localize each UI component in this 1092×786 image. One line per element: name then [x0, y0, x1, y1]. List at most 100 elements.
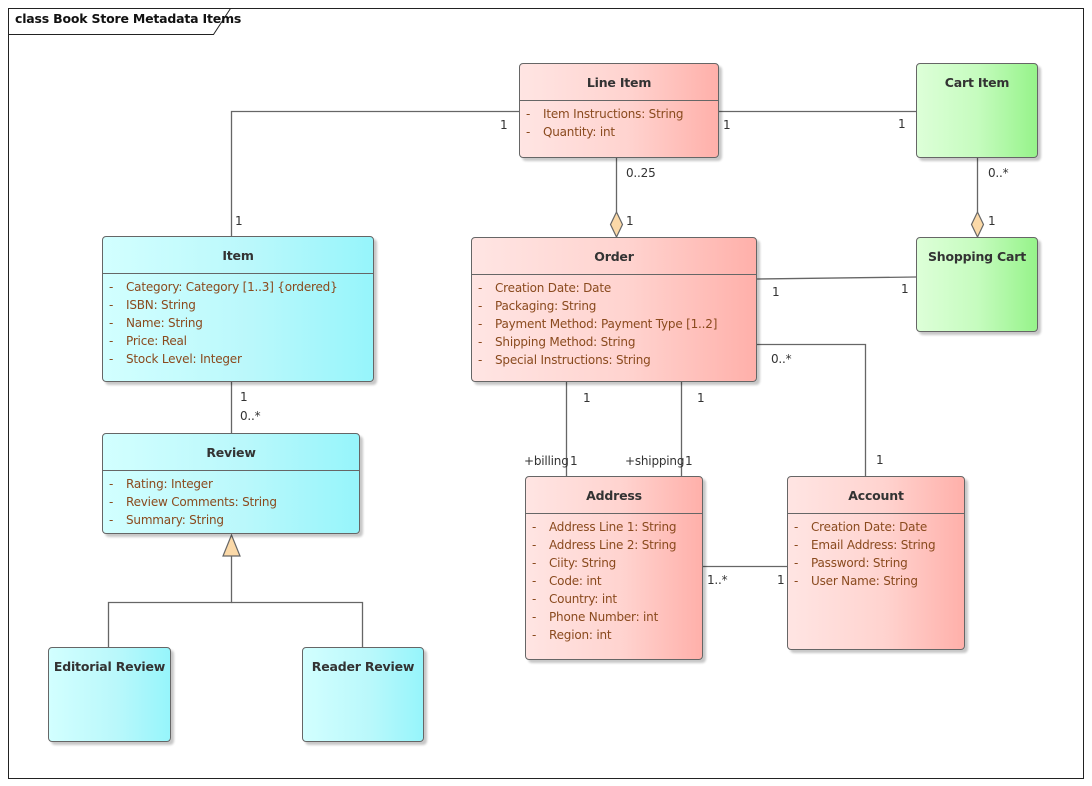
class-reader-review[interactable]: Reader Review [302, 647, 424, 742]
attribute-row[interactable]: - Item Instructions: String [520, 105, 718, 123]
attribute-text: Quantity: int [543, 125, 615, 139]
attribute-list: - Rating: Integer - Review Comments: String… [103, 471, 359, 529]
visibility-marker: - [526, 125, 531, 139]
attribute-row[interactable]: - Country: int [526, 590, 702, 608]
visibility-marker: - [109, 280, 114, 294]
attribute-text: Address Line 2: String [549, 538, 677, 552]
attribute-list: - Category: Category [1..3] {ordered} - ISB… [103, 274, 373, 368]
visibility-marker: - [478, 317, 483, 331]
attribute-text: Password: String [811, 556, 908, 570]
attribute-row[interactable]: - Creation Date: Date [472, 279, 756, 297]
class-item[interactable]: Item - Category: Category [1..3] {ordered… [102, 236, 374, 382]
attribute-text: Shipping Method: String [495, 335, 636, 349]
attribute-text: Price: Real [126, 334, 187, 348]
connector-generalization-editorial[interactable] [107, 556, 233, 648]
class-name: Item [103, 237, 373, 274]
attribute-row[interactable]: - Special Instructions: String [472, 351, 756, 369]
visibility-marker: - [532, 556, 537, 570]
attribute-text: Creation Date: Date [811, 520, 928, 534]
attribute-text: Code: int [549, 574, 602, 588]
attribute-text: Special Instructions: String [495, 353, 651, 367]
visibility-marker: - [109, 513, 114, 527]
visibility-marker: - [532, 592, 537, 606]
visibility-marker: - [532, 538, 537, 552]
attribute-row[interactable]: - Shipping Method: String [472, 333, 756, 351]
visibility-marker: - [109, 334, 114, 348]
visibility-marker: - [109, 298, 114, 312]
attribute-row[interactable]: - Address Line 1: String [526, 518, 702, 536]
attribute-text: Ciity: String [549, 556, 617, 570]
attribute-list: - Creation Date: Date - Packaging: String - P… [472, 275, 756, 369]
attribute-row[interactable]: - Region: int [526, 626, 702, 644]
multiplicity-label: 0..* [771, 352, 792, 366]
attribute-text: Creation Date: Date [495, 281, 612, 295]
class-shopping-cart[interactable]: Shopping Cart [916, 237, 1038, 332]
connector-item-lineitem[interactable] [230, 110, 520, 238]
class-name: Order [472, 238, 756, 275]
attribute-text: Packaging: String [495, 299, 597, 313]
attribute-row[interactable]: - Payment Method: Payment Type [1..2] [472, 315, 756, 333]
multiplicity-label: 1 [570, 454, 578, 468]
attribute-text: User Name: String [811, 574, 918, 588]
multiplicity-label: 1 [723, 118, 731, 132]
visibility-marker: - [532, 610, 537, 624]
multiplicity-label: 1 [898, 117, 906, 131]
class-address[interactable]: Address - Address Line 1: String - Address … [525, 476, 703, 660]
class-account[interactable]: Account - Creation Date: Date - Email Addre… [787, 476, 965, 650]
class-name: Line Item [520, 64, 718, 101]
class-line-item[interactable]: Line Item - Item Instructions: String - Qua… [519, 63, 719, 158]
multiplicity-label: 1 [901, 282, 909, 296]
attribute-row[interactable]: - Stock Level: Integer [103, 350, 373, 368]
attribute-text: Item Instructions: String [543, 107, 684, 121]
visibility-marker: - [532, 520, 537, 534]
multiplicity-label: 1 [772, 285, 780, 299]
multiplicity-label: 1 [500, 118, 508, 132]
attribute-text: Category: Category [1..3] {ordered} [126, 280, 338, 294]
visibility-marker: - [794, 556, 799, 570]
attribute-row[interactable]: - Email Address: String [788, 536, 964, 554]
attribute-list: - Creation Date: Date - Email Address: Stri… [788, 514, 964, 590]
class-order[interactable]: Order - Creation Date: Date - Packaging: St… [471, 237, 757, 382]
attribute-row[interactable]: - Creation Date: Date [788, 518, 964, 536]
attribute-row[interactable]: - Phone Number: int [526, 608, 702, 626]
attribute-row[interactable]: - Price: Real [103, 332, 373, 350]
attribute-row[interactable]: - Rating: Integer [103, 475, 359, 493]
visibility-marker: - [794, 538, 799, 552]
class-cart-item[interactable]: Cart Item [916, 63, 1038, 158]
attribute-row[interactable]: - Address Line 2: String [526, 536, 702, 554]
connector-generalization-reader[interactable] [231, 601, 364, 649]
attribute-row[interactable]: - Password: String [788, 554, 964, 572]
class-name: Reader Review [311, 659, 415, 674]
role-label: +billing [524, 454, 569, 468]
attribute-row[interactable]: - Packaging: String [472, 297, 756, 315]
class-name: Shopping Cart [927, 249, 1027, 264]
aggregation-diamond-icon [970, 210, 985, 239]
multiplicity-label: 1 [876, 453, 884, 467]
attribute-row[interactable]: - Ciity: String [526, 554, 702, 572]
class-name: Address [526, 477, 702, 514]
attribute-row[interactable]: - Summary: String [103, 511, 359, 529]
attribute-text: Stock Level: Integer [126, 352, 242, 366]
attribute-row[interactable]: - Code: int [526, 572, 702, 590]
multiplicity-label: 0..* [240, 409, 261, 423]
attribute-text: Payment Method: Payment Type [1..2] [495, 317, 718, 331]
visibility-marker: - [478, 299, 483, 313]
attribute-row[interactable]: - User Name: String [788, 572, 964, 590]
visibility-marker: - [109, 316, 114, 330]
attribute-row[interactable]: - Name: String [103, 314, 373, 332]
attribute-text: Phone Number: int [549, 610, 659, 624]
generalization-triangle-icon [222, 533, 241, 557]
multiplicity-label: 0..* [988, 166, 1009, 180]
class-review[interactable]: Review - Rating: Integer - Review Comments:… [102, 433, 360, 534]
attribute-text: Region: int [549, 628, 612, 642]
attribute-row[interactable]: - Quantity: int [520, 123, 718, 141]
attribute-row[interactable]: - Category: Category [1..3] {ordered} [103, 278, 373, 296]
attribute-row[interactable]: - ISBN: String [103, 296, 373, 314]
attribute-text: Name: String [126, 316, 203, 330]
visibility-marker: - [526, 107, 531, 121]
class-editorial-review[interactable]: Editorial Review [48, 647, 171, 742]
attribute-list: - Address Line 1: String - Address Line 2: … [526, 514, 702, 644]
connector-order-shoppingcart[interactable] [756, 276, 917, 280]
attribute-row[interactable]: - Review Comments: String [103, 493, 359, 511]
multiplicity-label: 1..* [707, 573, 728, 587]
